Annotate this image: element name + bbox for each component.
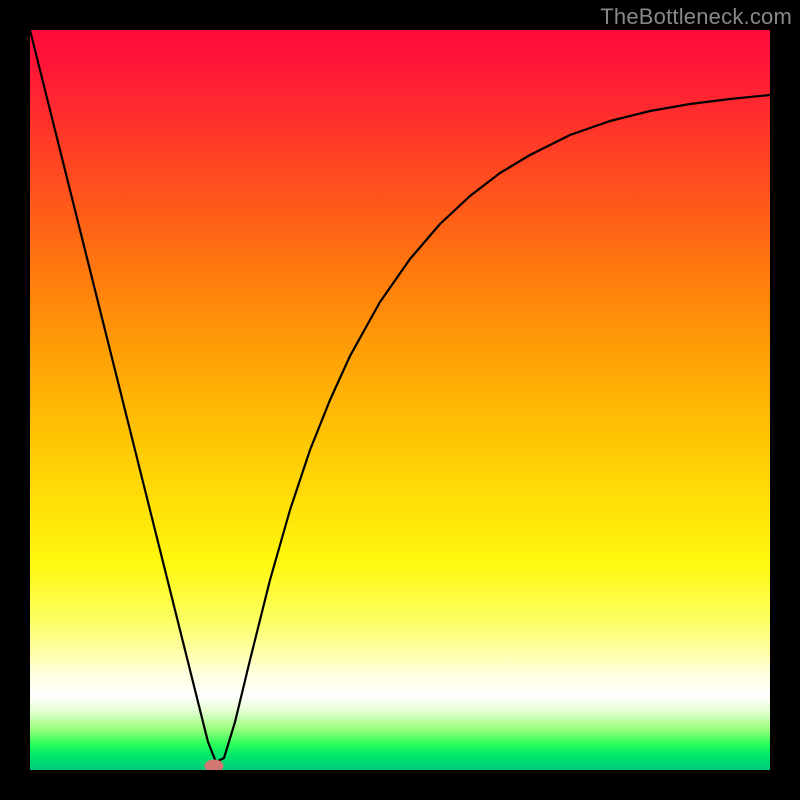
plot-svg (30, 30, 770, 770)
chart-frame: TheBottleneck.com (0, 0, 800, 800)
bottleneck-curve (30, 30, 770, 762)
min-marker (205, 760, 223, 770)
watermark-text: TheBottleneck.com (600, 4, 792, 30)
plot-area (30, 30, 770, 770)
